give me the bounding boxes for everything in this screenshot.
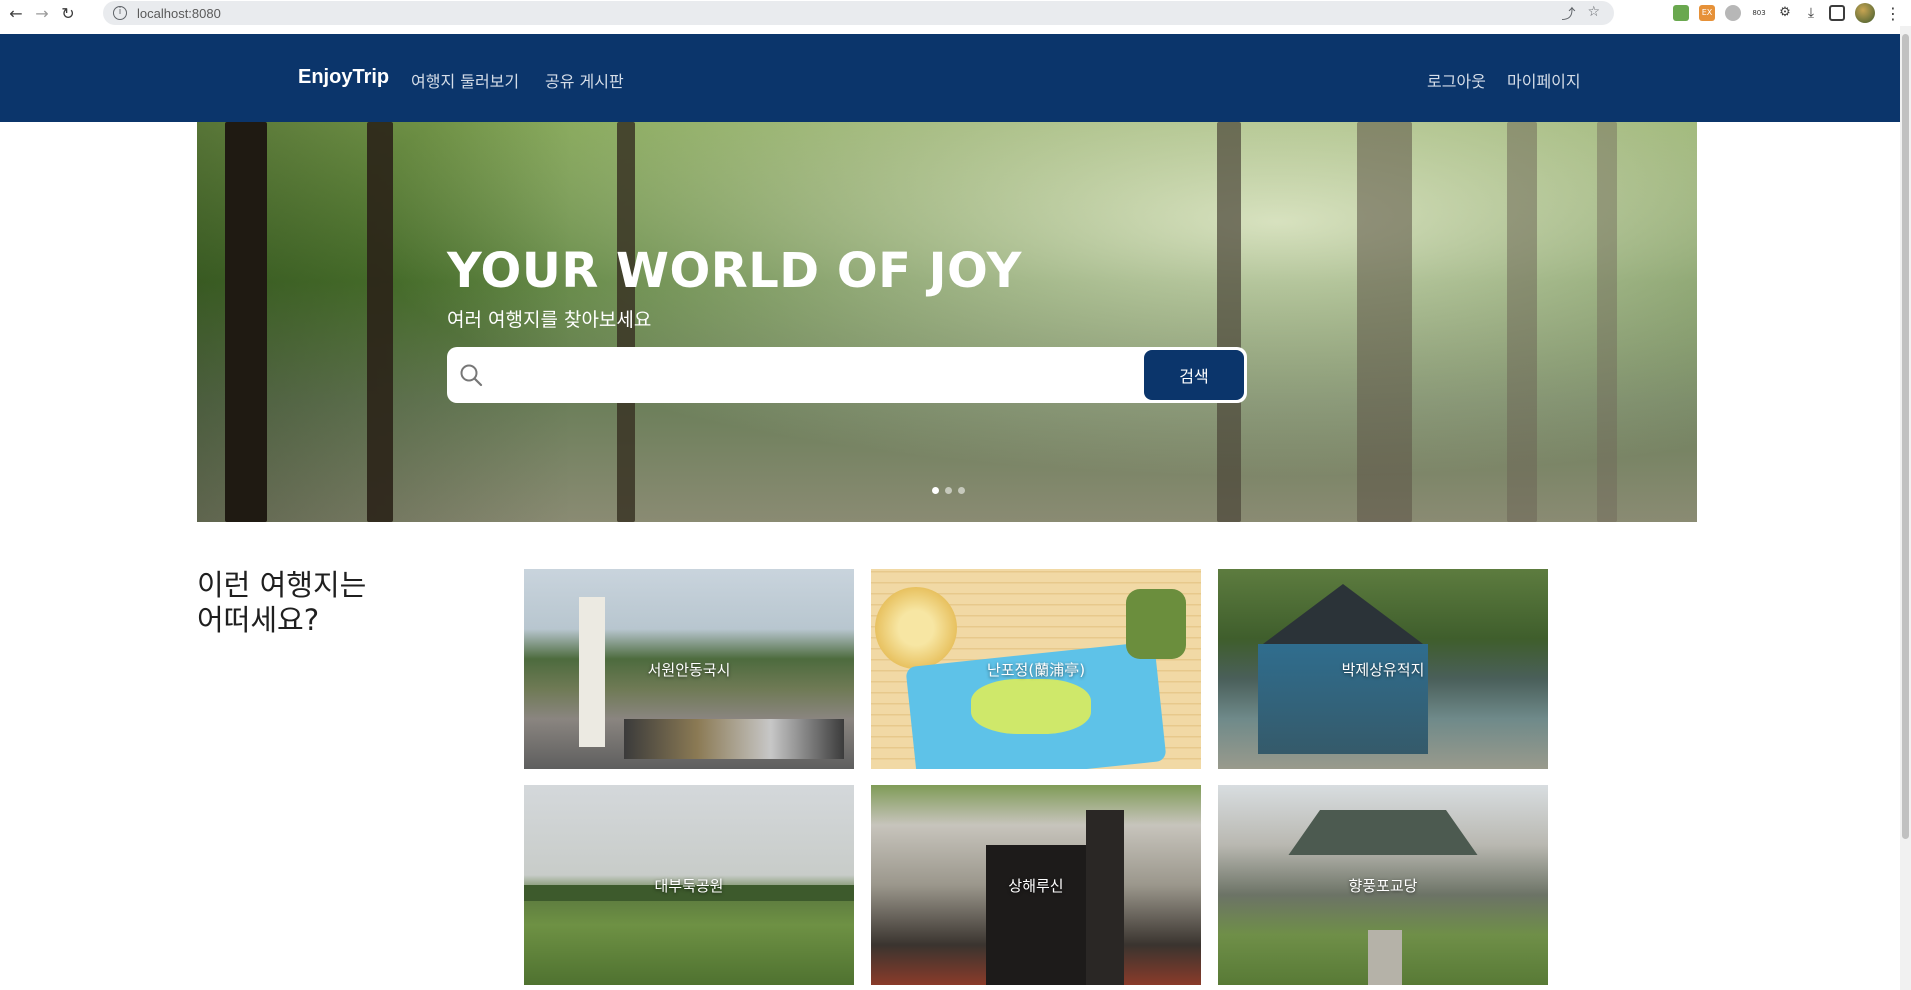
tree-trunk xyxy=(1217,122,1241,522)
page-scrollbar[interactable] xyxy=(1900,26,1911,990)
bookmark-star-icon[interactable]: ☆ xyxy=(1587,4,1600,24)
site-navbar: EnjoyTrip 여행지 둘러보기 공유 게시판 로그아웃 마이페이지 xyxy=(0,34,1900,122)
place-card-label: 박제상유적지 xyxy=(1341,661,1425,679)
place-card[interactable]: 난포정(蘭浦亭) xyxy=(871,569,1201,769)
side-panel-icon[interactable] xyxy=(1829,5,1845,21)
recommend-heading: 이런 여행지는 어떠세요? xyxy=(197,568,417,638)
carousel-dot[interactable] xyxy=(945,487,952,494)
place-card[interactable]: 상해루신 xyxy=(871,785,1201,985)
place-card-label: 상해루신 xyxy=(1008,877,1064,895)
profile-avatar[interactable] xyxy=(1855,3,1875,23)
nav-link-explore[interactable]: 여행지 둘러보기 xyxy=(411,68,519,92)
nav-link-logout[interactable]: 로그아웃 xyxy=(1427,68,1486,92)
back-icon[interactable]: ← xyxy=(6,3,26,23)
share-icon[interactable]: ⤴ xyxy=(1561,4,1575,24)
recommend-heading-text: 이런 여행지는 어떠세요? xyxy=(197,568,367,637)
url-text[interactable]: localhost:8080 xyxy=(137,6,221,21)
place-card[interactable]: 서원안동국시 xyxy=(524,569,854,769)
place-card-label: 대부둑공원 xyxy=(654,877,724,895)
search-icon xyxy=(460,364,483,387)
search-bar: 검색 xyxy=(447,347,1247,403)
pavilion-roof-image xyxy=(1288,810,1478,855)
carousel-dot[interactable] xyxy=(958,487,965,494)
browser-menu-icon[interactable]: ⋮ xyxy=(1885,4,1901,23)
forward-icon[interactable]: → xyxy=(32,3,52,23)
place-card-label: 향풍포교당 xyxy=(1348,877,1418,895)
address-bar[interactable]: i localhost:8080 ⤴ ☆ xyxy=(103,1,1614,25)
hero-subtitle: 여러 여행지를 찾아보세요 xyxy=(447,309,652,331)
tree-trunk xyxy=(1357,122,1412,522)
continent-image xyxy=(971,679,1091,734)
nav-link-mypage[interactable]: 마이페이지 xyxy=(1507,68,1581,92)
tree-trunk xyxy=(367,122,393,522)
extension-803-icon[interactable]: 803 xyxy=(1751,5,1767,21)
recommend-grid: 서원안동국시 난포정(蘭浦亭) 박제상유적지 대부둑공원 상해루신 향풍포교당 xyxy=(524,569,1549,985)
storefront-image xyxy=(986,845,1086,985)
place-card-label: 난포정(蘭浦亭) xyxy=(986,661,1086,679)
tree-trunk xyxy=(225,122,267,522)
tree-trunk xyxy=(1597,122,1617,522)
carousel-indicators xyxy=(932,487,965,494)
temple-roof-image xyxy=(1263,584,1423,644)
search-button[interactable]: 검색 xyxy=(1144,350,1244,400)
reload-icon[interactable]: ↻ xyxy=(58,3,78,23)
tree-trunk xyxy=(1507,122,1537,522)
scrollbar-thumb[interactable] xyxy=(1902,34,1909,839)
puzzle-icon[interactable]: ⚙ xyxy=(1777,5,1793,21)
extension-gray-icon[interactable] xyxy=(1725,5,1741,21)
place-card[interactable]: 박제상유적지 xyxy=(1218,569,1548,769)
stone-path-image xyxy=(1368,930,1402,985)
extension-green-icon[interactable] xyxy=(1673,5,1689,21)
hero-banner: YOUR WORLD OF JOY 여러 여행지를 찾아보세요 검색 xyxy=(197,122,1697,522)
carousel-dot[interactable] xyxy=(932,487,939,494)
brand-logo[interactable]: EnjoyTrip xyxy=(298,66,389,89)
place-card[interactable]: 향풍포교당 xyxy=(1218,785,1548,985)
nav-link-board[interactable]: 공유 게시판 xyxy=(545,68,624,92)
extensions-bar: EX 803 ⚙ ⤓ ⋮ xyxy=(1673,1,1911,25)
hero-title: YOUR WORLD OF JOY xyxy=(447,243,1022,299)
browser-toolbar: ← → ↻ i localhost:8080 ⤴ ☆ EX 803 ⚙ ⤓ ⋮ xyxy=(0,0,1911,26)
binoculars-image xyxy=(1126,589,1186,659)
search-input[interactable] xyxy=(493,355,1133,395)
extension-ex-icon[interactable]: EX xyxy=(1699,5,1715,21)
straw-hat-image xyxy=(875,587,957,669)
parked-cars-image xyxy=(624,719,844,759)
place-card-label: 서원안동국시 xyxy=(647,661,731,679)
place-card[interactable]: 대부둑공원 xyxy=(524,785,854,985)
vertical-sign-image xyxy=(1086,810,1124,985)
download-icon[interactable]: ⤓ xyxy=(1803,5,1819,21)
site-info-icon[interactable]: i xyxy=(113,6,127,20)
